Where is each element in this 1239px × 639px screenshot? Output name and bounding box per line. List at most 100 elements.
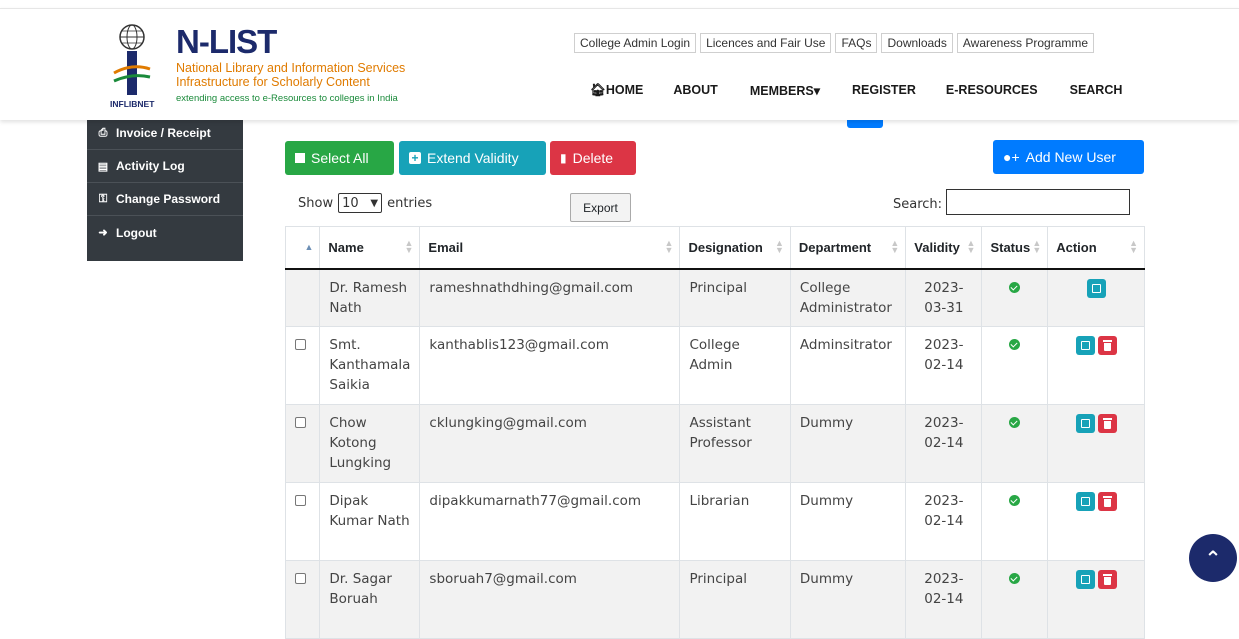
- row-select-cell: [284, 404, 320, 483]
- inflibnet-label: INFLIBNET: [110, 99, 155, 109]
- top-link-awareness[interactable]: Awareness Programme: [956, 33, 1095, 53]
- row-select-cell: [284, 482, 320, 561]
- cell-name: Smt. Kanthamala Saikia: [319, 326, 420, 405]
- trash-icon[interactable]: [1097, 492, 1117, 511]
- row-select-cell: [284, 326, 320, 405]
- cell-status: [981, 326, 1048, 405]
- cell-name: Dr. Sagar Boruah: [319, 560, 420, 639]
- sidebar-item-change-password[interactable]: ⚿ Change Password: [87, 183, 243, 216]
- extend-validity-button[interactable]: + Extend Validity: [399, 141, 546, 175]
- sort-icon: ▲ ▼: [1129, 238, 1138, 255]
- cell-designation: Principal: [679, 268, 791, 327]
- table-row: Dipak Kumar Nath dipakkumarnath77@gmail.…: [284, 482, 1145, 561]
- sidebar-item-invoice[interactable]: ⎙ Invoice / Receipt: [87, 117, 243, 150]
- header-name[interactable]: Name ▲ ▼: [319, 226, 420, 270]
- cell-department: College Administrator: [789, 268, 906, 327]
- user-plus-icon: ●+: [1003, 149, 1020, 165]
- row-checkbox[interactable]: [295, 495, 306, 506]
- top-link-college-admin-login[interactable]: College Admin Login: [574, 33, 697, 53]
- header-email[interactable]: Email ▲ ▼: [419, 226, 680, 270]
- trash-icon[interactable]: [1097, 336, 1117, 355]
- table-row: Chow Kotong Lungking cklungking@gmail.co…: [284, 404, 1145, 483]
- header-label: Email: [428, 239, 464, 255]
- nav-about[interactable]: ABOUT: [673, 83, 717, 98]
- header-label: Name: [328, 239, 364, 255]
- table-row: Dr. Sagar Boruah sboruah7@gmail.com Prin…: [284, 560, 1145, 639]
- cell-email: kanthablis123@gmail.com: [419, 326, 680, 405]
- edit-icon[interactable]: [1075, 414, 1095, 433]
- top-link-licences[interactable]: Licences and Fair Use: [700, 33, 832, 53]
- sort-asc-icon: ▲: [304, 242, 314, 252]
- cell-designation: Principal: [679, 560, 791, 639]
- brand-subtitle-2: Infrastructure for Scholarly Content: [176, 75, 370, 89]
- sort-icon: ▲ ▼: [404, 238, 414, 255]
- edit-icon[interactable]: [1075, 570, 1095, 589]
- chevron-double-up-icon: ⌃: [1204, 546, 1222, 570]
- header-action[interactable]: Action ▲ ▼: [1047, 226, 1145, 270]
- header-validity[interactable]: Validity ▲ ▼: [905, 226, 982, 270]
- trash-icon[interactable]: [1097, 414, 1117, 433]
- cell-status: [981, 404, 1048, 483]
- sidebar-item-logout[interactable]: ➜ Logout: [87, 216, 243, 249]
- row-select-cell: [284, 268, 320, 327]
- table-row: Smt. Kanthamala Saikia kanthablis123@gma…: [284, 326, 1145, 405]
- top-link-downloads[interactable]: Downloads: [881, 33, 953, 53]
- sign-out-icon: ➜: [98, 227, 108, 239]
- table-row: Dr. Ramesh Nath rameshnathdhing@gmail.co…: [284, 268, 1145, 327]
- top-link-faqs[interactable]: FAQs: [835, 33, 878, 53]
- delete-button[interactable]: ▮ Delete: [550, 141, 636, 175]
- sidebar: ⎙ Invoice / Receipt ▤ Activity Log ⚿ Cha…: [87, 117, 243, 261]
- cell-validity: 2023-02-14: [905, 326, 982, 405]
- nav-home[interactable]: 🏠︎ HOME: [590, 83, 643, 98]
- nav-home-label: HOME: [605, 83, 644, 97]
- square-icon: [295, 153, 305, 163]
- edit-icon[interactable]: [1075, 336, 1095, 355]
- row-checkbox[interactable]: [295, 573, 306, 584]
- brand-title[interactable]: N-LIST: [176, 23, 277, 61]
- header-label: Status: [990, 239, 1031, 255]
- nav-search[interactable]: SEARCH: [1070, 83, 1123, 98]
- printer-icon: ⎙: [98, 126, 108, 139]
- brand-tagline: extending access to e-Resources to colle…: [176, 93, 398, 104]
- row-checkbox[interactable]: [295, 417, 306, 428]
- check-circle-icon: [1009, 339, 1021, 350]
- brand-subtitle-1: National Library and Information Service…: [176, 61, 406, 75]
- sidebar-item-label: Logout: [116, 225, 157, 240]
- chevron-down-icon: ▼: [370, 197, 379, 209]
- header-label: Validity: [914, 239, 960, 255]
- sort-icon: ▲ ▼: [774, 238, 784, 255]
- select-all-button[interactable]: Select All: [285, 141, 394, 175]
- header-department[interactable]: Department ▲ ▼: [789, 226, 906, 270]
- edit-icon[interactable]: [1075, 492, 1095, 511]
- check-circle-icon: [1009, 281, 1021, 293]
- export-button[interactable]: Export: [570, 193, 631, 222]
- trash-icon[interactable]: [1097, 570, 1117, 589]
- scroll-to-top-button[interactable]: ⌃: [1189, 534, 1237, 582]
- row-checkbox[interactable]: [295, 339, 306, 350]
- add-new-user-button[interactable]: ●+ Add New User: [993, 140, 1144, 174]
- cell-email: cklungking@gmail.com: [419, 404, 680, 483]
- cell-email: dipakkumarnath77@gmail.com: [419, 482, 680, 561]
- header-designation[interactable]: Designation ▲ ▼: [679, 226, 791, 270]
- cell-action: [1047, 404, 1145, 483]
- nav-members[interactable]: MEMBERS ▾: [750, 83, 820, 98]
- search-input[interactable]: [946, 189, 1130, 215]
- sort-icon: ▲ ▼: [890, 238, 900, 255]
- search-label: Search:: [893, 197, 943, 212]
- cell-department: Dummy: [789, 404, 906, 483]
- header-status[interactable]: Status ▲ ▼: [981, 226, 1048, 270]
- nav-register[interactable]: REGISTER: [852, 83, 916, 98]
- sidebar-item-activity-log[interactable]: ▤ Activity Log: [87, 150, 243, 183]
- delete-label: Delete: [572, 150, 614, 166]
- edit-icon[interactable]: [1086, 278, 1106, 298]
- cell-department: Dummy: [789, 560, 906, 639]
- cell-department: Dummy: [789, 482, 906, 561]
- cell-email: rameshnathdhing@gmail.com: [419, 268, 680, 327]
- entries-select[interactable]: 10 ▼: [338, 193, 383, 213]
- cell-action: [1047, 482, 1145, 561]
- nav-eresources[interactable]: E-RESOURCES: [946, 83, 1038, 98]
- top-links: College Admin Login Licences and Fair Us…: [574, 33, 1095, 53]
- cell-action: [1047, 326, 1145, 405]
- header-select[interactable]: ▲: [284, 226, 320, 270]
- cell-email: sboruah7@gmail.com: [419, 560, 680, 639]
